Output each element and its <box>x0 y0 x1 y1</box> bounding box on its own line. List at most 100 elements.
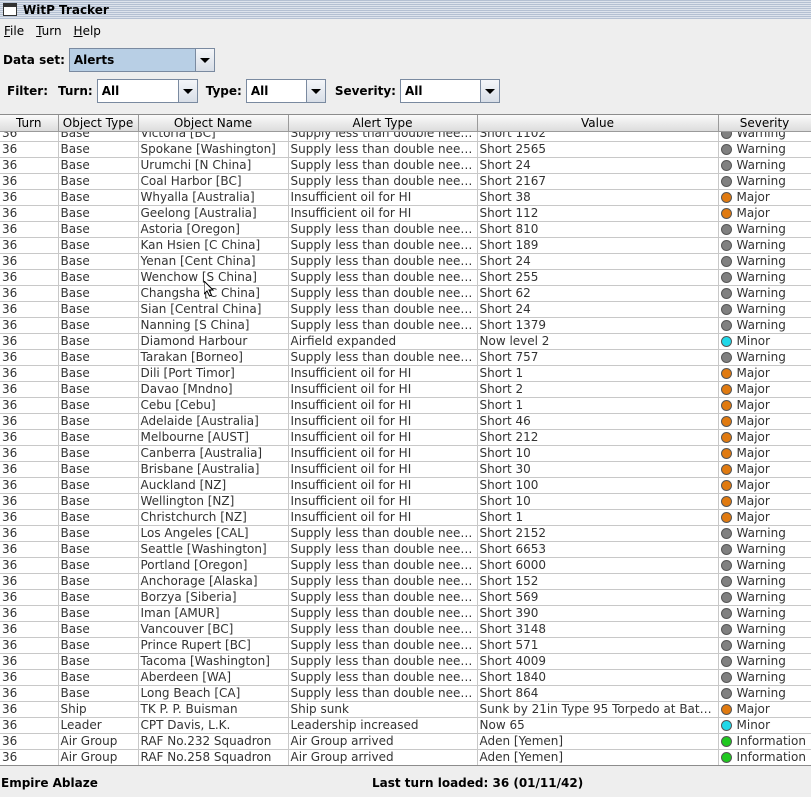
cell-object-name: Tarakan [Borneo] <box>138 349 289 366</box>
cell-turn: 36 <box>0 749 59 765</box>
column-header-object-name[interactable]: Object Name <box>138 115 289 132</box>
type-filter-dropdown-button[interactable] <box>305 80 325 102</box>
table-row[interactable]: 36 Base Portland [Oregon] Supply less than … <box>0 557 811 574</box>
menu-file[interactable]: File <box>4 24 24 38</box>
table-row[interactable]: 36 Base Los Angeles [CAL] Supply less than … <box>0 525 811 542</box>
cell-turn: 36 <box>0 461 59 478</box>
table-row[interactable]: 36 Base Brisbane [Australia] Insufficient o… <box>0 461 811 478</box>
cell-object-type: Air Group <box>58 733 139 750</box>
cell-severity: Warning <box>718 669 811 686</box>
cell-value: Short 864 <box>477 685 719 702</box>
column-header-turn[interactable]: Turn <box>0 115 59 132</box>
dataset-dropdown-button[interactable] <box>194 49 214 71</box>
severity-filter-label: Severity: <box>334 84 396 98</box>
menu-bar: File Turn Help <box>0 19 811 42</box>
cell-object-type: Base <box>58 237 139 254</box>
table-row[interactable]: 36 Base Adelaide [Australia] Insufficient o… <box>0 413 811 430</box>
column-header-object-type[interactable]: Object Type <box>58 115 139 132</box>
table-row[interactable]: 36 Base Christchurch [NZ] Insufficient oil … <box>0 509 811 526</box>
cell-turn: 36 <box>0 429 59 446</box>
type-filter-value: All <box>250 84 269 98</box>
table-row[interactable]: 36 Base Yenan [Cent China] Supply less than… <box>0 253 811 270</box>
cell-severity: Major <box>718 397 811 414</box>
cell-value: Short 255 <box>477 269 719 286</box>
cell-turn: 36 <box>0 349 59 366</box>
cell-severity: Warning <box>718 285 811 302</box>
cell-turn: 36 <box>0 477 59 494</box>
column-header-alert-type[interactable]: Alert Type <box>288 115 478 132</box>
turn-filter-dropdown-button[interactable] <box>177 80 197 102</box>
severity-text: Warning <box>736 254 786 268</box>
table-row[interactable]: 36 Base Prince Rupert [BC] Supply less than… <box>0 637 811 654</box>
type-filter-select[interactable]: All <box>245 79 326 103</box>
cell-object-type: Base <box>58 653 139 670</box>
severity-text: Major <box>736 414 770 428</box>
table-row[interactable]: 36 Base Davao [Mndno] Insufficient oil for … <box>0 381 811 398</box>
table-row[interactable]: 36 Base Victoria [BC] Supply less than doub… <box>0 131 811 142</box>
table-row[interactable]: 36 Base Spokane [Washington] Supply less th… <box>0 141 811 158</box>
table-body-viewport[interactable]: 36 Base Victoria [BC] Supply less than doub… <box>0 131 811 765</box>
table-row[interactable]: 36 Base Aberdeen [WA] Supply less than doub… <box>0 669 811 686</box>
table-row[interactable]: 36 Base Coal Harbor [BC] Supply less than d… <box>0 173 811 190</box>
severity-dot-icon <box>720 224 732 235</box>
severity-text: Warning <box>736 622 786 636</box>
table-row[interactable]: 36 Base Anchorage [Alaska] Supply less than… <box>0 573 811 590</box>
table-row[interactable]: 36 Base Borzya [Siberia] Supply less than d… <box>0 589 811 606</box>
table-row[interactable]: 36 Base Tacoma [Washington] Supply less tha… <box>0 653 811 670</box>
table-row[interactable]: 36 Base Tarakan [Borneo] Supply less than d… <box>0 349 811 366</box>
table-row[interactable]: 36 Base Urumchi [N China] Supply less than … <box>0 157 811 174</box>
cell-turn: 36 <box>0 285 59 302</box>
table-row[interactable]: 36 Base Kan Hsien [C China] Supply less tha… <box>0 237 811 254</box>
table-row[interactable]: 36 Base Whyalla [Australia] Insufficient oi… <box>0 189 811 206</box>
severity-filter-dropdown-button[interactable] <box>479 80 499 102</box>
table-row[interactable]: 36 Base Vancouver [BC] Supply less than dou… <box>0 621 811 638</box>
cell-turn: 36 <box>0 557 59 574</box>
table-row[interactable]: 36 Base Diamond Harbour Airfield expanded No… <box>0 333 811 350</box>
cell-value: Short 2167 <box>477 173 719 190</box>
table-row[interactable]: 36 Air Group RAF No.258 Squadron Air Group … <box>0 749 811 765</box>
cell-severity: Major <box>718 189 811 206</box>
cell-alert-type: Supply less than double needed <box>288 557 478 574</box>
table-row[interactable]: 36 Leader CPT Davis, L.K. Leadership increa… <box>0 717 811 734</box>
column-header-severity[interactable]: Severity <box>718 115 811 132</box>
table-row[interactable]: 36 Base Nanning [S China] Supply less than … <box>0 317 811 334</box>
menu-help[interactable]: Help <box>74 24 101 38</box>
cell-turn: 36 <box>0 573 59 590</box>
table-row[interactable]: 36 Base Dili [Port Timor] Insufficient oil … <box>0 365 811 382</box>
table-row[interactable]: 36 Base Melbourne [AUST] Insufficient oil f… <box>0 429 811 446</box>
cell-object-name: Kan Hsien [C China] <box>138 237 289 254</box>
table-row[interactable]: 36 Base Changsha [C China] Supply less than… <box>0 285 811 302</box>
cell-value: Short 569 <box>477 589 719 606</box>
severity-text: Warning <box>736 686 786 700</box>
cell-turn: 36 <box>0 269 59 286</box>
severity-filter-select[interactable]: All <box>399 79 500 103</box>
table-row[interactable]: 36 Base Long Beach [CA] Supply less than do… <box>0 685 811 702</box>
cell-value: Short 390 <box>477 605 719 622</box>
table-row[interactable]: 36 Base Seattle [Washington] Supply less th… <box>0 541 811 558</box>
menu-turn[interactable]: Turn <box>36 24 61 38</box>
severity-text: Major <box>736 702 770 716</box>
cell-value: Short 810 <box>477 221 719 238</box>
table-row[interactable]: 36 Base Canberra [Australia] Insufficient o… <box>0 445 811 462</box>
table-row[interactable]: 36 Base Iman [AMUR] Supply less than double… <box>0 605 811 622</box>
window-icon[interactable] <box>3 3 17 16</box>
table-row[interactable]: 36 Base Wellington [NZ] Insufficient oil fo… <box>0 493 811 510</box>
turn-filter-select[interactable]: All <box>96 79 198 103</box>
table-row[interactable]: 36 Air Group RAF No.232 Squadron Air Group … <box>0 733 811 750</box>
cell-alert-type: Insufficient oil for HI <box>288 413 478 430</box>
severity-dot-icon <box>720 400 732 411</box>
severity-dot-icon <box>720 528 732 539</box>
table-row[interactable]: 36 Base Cebu [Cebu] Insufficient oil for HI… <box>0 397 811 414</box>
table-row[interactable]: 36 Ship TK P. P. Buisman Ship sunk Sunk by 2… <box>0 701 811 718</box>
cell-severity: Major <box>718 429 811 446</box>
table-row[interactable]: 36 Base Auckland [NZ] Insufficient oil for … <box>0 477 811 494</box>
table-row[interactable]: 36 Base Astoria [Oregon] Supply less than d… <box>0 221 811 238</box>
cell-alert-type: Supply less than double needed <box>288 573 478 590</box>
table-row[interactable]: 36 Base Wenchow [S China] Supply less than … <box>0 269 811 286</box>
cell-alert-type: Supply less than double needed <box>288 131 478 142</box>
cell-severity: Warning <box>718 269 811 286</box>
table-row[interactable]: 36 Base Sian [Central China] Supply less th… <box>0 301 811 318</box>
dataset-select[interactable]: Alerts <box>68 48 215 72</box>
table-row[interactable]: 36 Base Geelong [Australia] Insufficient oi… <box>0 205 811 222</box>
column-header-value[interactable]: Value <box>477 115 719 132</box>
